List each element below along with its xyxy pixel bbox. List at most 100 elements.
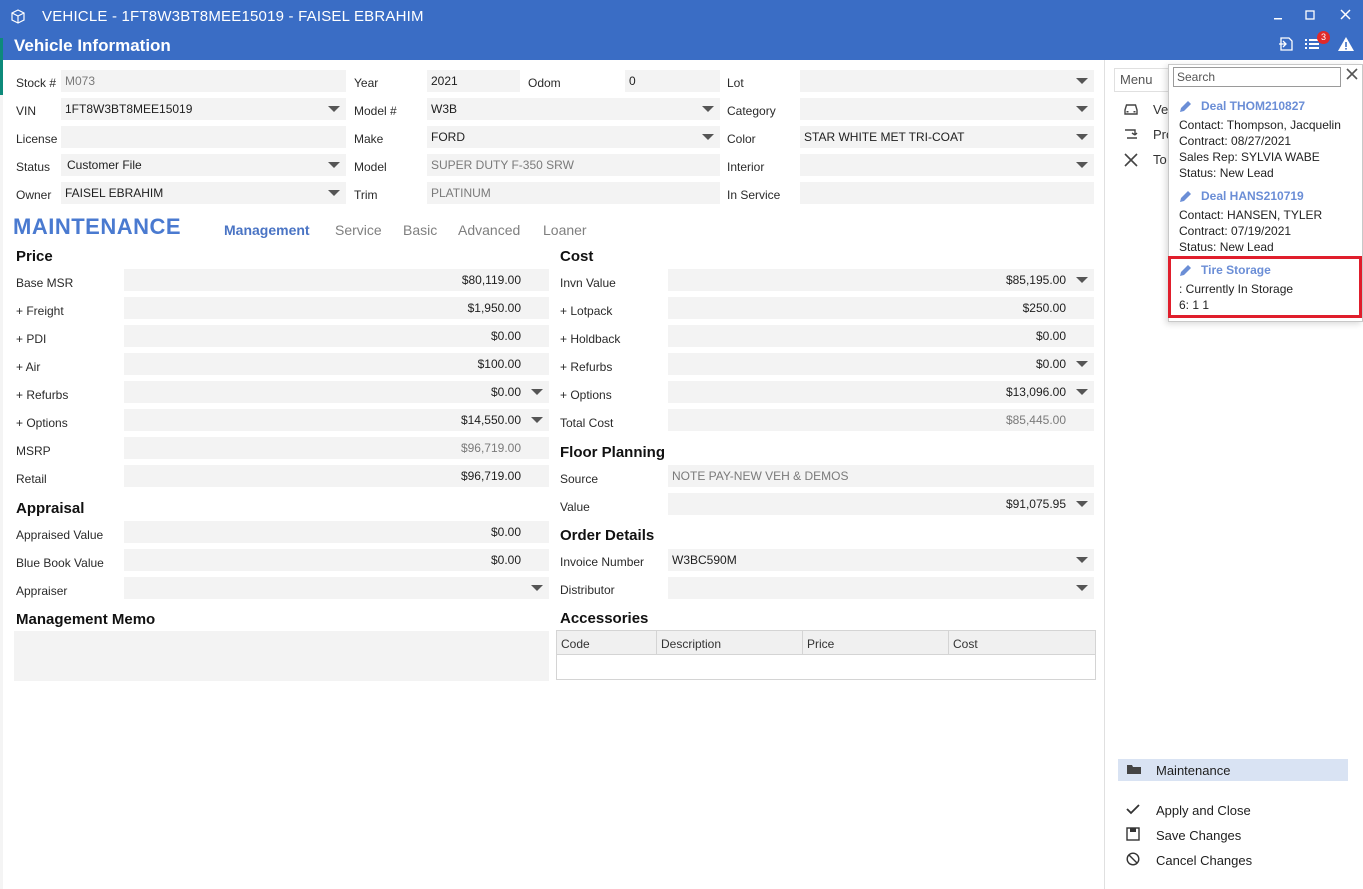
title-bar: VEHICLE - 1FT8W3BT8MEE15019 - FAISEL EBR… [0,0,1363,60]
cancel-changes-button[interactable]: Cancel Changes [1156,853,1252,868]
make-label: Make [354,132,384,146]
price-refurbs-select[interactable]: $0.00 [124,381,549,403]
warning-button[interactable] [1336,35,1356,55]
msrp-field[interactable]: $96,719.00 [124,437,549,459]
save-icon [1125,827,1141,843]
accent-strip [0,38,3,95]
tools-icon [1122,152,1140,168]
appraised-value-field[interactable]: $0.00 [124,521,549,543]
side-menu-item-vehicle[interactable]: Ve [1153,102,1168,117]
column-header-cost[interactable]: Cost [949,631,1095,655]
management-memo-textarea[interactable] [14,631,549,681]
warning-icon [1338,37,1354,51]
cost-row-label: + Holdback [560,332,621,346]
invoice-label: Invoice Number [560,555,645,569]
lotpack-field[interactable]: $250.00 [668,297,1094,319]
price-row-label: Retail [16,472,47,486]
deal-detail: Sales Rep: SYLVIA WABE [1179,150,1320,164]
model-label: Model [354,160,387,174]
status-select[interactable]: Customer File [61,154,346,176]
minimize-button[interactable] [1268,6,1288,26]
cost-options-select[interactable]: $13,096.00 [668,381,1094,403]
document-exit-icon [1279,37,1293,51]
odom-field[interactable]: 0 [625,70,720,92]
stock-label: Stock # [16,76,57,90]
color-select[interactable]: STAR WHITE MET TRI-COAT [800,126,1094,148]
distributor-select[interactable] [668,577,1094,599]
price-row-label: + Refurbs [16,388,69,402]
interior-select[interactable] [800,154,1094,176]
cancel-icon [1125,852,1141,868]
model-num-select[interactable]: W3B [427,98,720,120]
interior-label: Interior [727,160,765,174]
distributor-label: Distributor [560,583,615,597]
deal-detail: Contract: 07/19/2021 [1179,224,1292,238]
source-field[interactable]: NOTE PAY-NEW VEH & DEMOS [668,465,1094,487]
invoice-select[interactable]: W3BC590M [668,549,1094,571]
category-select[interactable] [800,98,1094,120]
tab-management[interactable]: Management [224,222,310,238]
side-menu-item-tools[interactable]: To [1153,152,1167,167]
popup-search-input[interactable]: Search [1173,67,1341,87]
chevron-down-icon [1076,557,1088,563]
menu-button[interactable]: Menu [1114,68,1169,92]
cost-section-title: Cost [560,248,594,265]
owner-select[interactable]: FAISEL EBRAHIM [61,182,346,204]
price-row-label: + PDI [16,332,47,346]
source-label: Source [560,472,599,486]
license-field[interactable] [61,126,346,148]
document-exit-button[interactable] [1276,35,1296,55]
pdi-field[interactable]: $0.00 [124,325,549,347]
cost-refurbs-select[interactable]: $0.00 [668,353,1094,375]
close-button[interactable] [1335,6,1355,26]
holdback-field[interactable]: $0.00 [668,325,1094,347]
tab-loaner[interactable]: Loaner [543,222,587,238]
order-details-section-title: Order Details [560,527,655,544]
chevron-down-icon [1076,389,1088,395]
stock-field[interactable]: M073 [61,70,346,92]
column-header-code[interactable]: Code [557,631,657,655]
deal-link[interactable]: Deal HANS210719 [1201,189,1304,203]
status-value: Customer File [67,158,142,172]
apply-and-close-button[interactable]: Apply and Close [1156,803,1251,818]
save-changes-button[interactable]: Save Changes [1156,828,1241,843]
tab-basic[interactable]: Basic [403,222,437,238]
air-field[interactable]: $100.00 [124,353,549,375]
trim-field[interactable]: PLATINUM [427,182,720,204]
appraiser-select[interactable] [124,577,549,599]
year-field[interactable]: 2021 [427,70,520,92]
accessories-table[interactable]: Code Description Price Cost [556,630,1096,680]
model-num-label: Model # [354,104,397,118]
maintenance-nav-item[interactable]: Maintenance [1118,759,1348,781]
lot-select[interactable] [800,70,1094,92]
popup-close-button[interactable] [1344,66,1360,86]
invn-value-select[interactable]: $85,195.00 [668,269,1094,291]
in-service-field[interactable] [800,182,1094,204]
model-field[interactable]: SUPER DUTY F-350 SRW [427,154,720,176]
maximize-button[interactable] [1300,6,1320,26]
in-service-label: In Service [727,188,781,202]
chevron-down-icon [1076,162,1088,168]
freight-field[interactable]: $1,950.00 [124,297,549,319]
vin-field[interactable]: 1FT8W3BT8MEE15019 [61,98,346,120]
cost-row-label: + Refurbs [560,360,613,374]
retail-field[interactable]: $96,719.00 [124,465,549,487]
make-value: FORD [431,130,465,144]
total-cost-field[interactable]: $85,445.00 [668,409,1094,431]
tab-advanced[interactable]: Advanced [458,222,520,238]
maintenance-nav-label: Maintenance [1156,763,1231,778]
tab-service[interactable]: Service [335,222,382,238]
deal-link[interactable]: Deal THOM210827 [1201,99,1305,113]
maintenance-title: MAINTENANCE [13,214,182,239]
base-msr-field[interactable]: $80,119.00 [124,269,549,291]
chevron-down-icon [702,106,714,112]
column-header-price[interactable]: Price [803,631,949,655]
vin-label: VIN [16,104,37,118]
fp-value-select[interactable]: $91,075.95 [668,493,1094,515]
price-options-select[interactable]: $14,550.00 [124,409,549,431]
column-header-description[interactable]: Description [657,631,803,655]
model-num-value: W3B [431,102,458,116]
make-select[interactable]: FORD [427,126,720,148]
blue-book-value-field[interactable]: $0.00 [124,549,549,571]
transfer-icon [1122,127,1140,143]
